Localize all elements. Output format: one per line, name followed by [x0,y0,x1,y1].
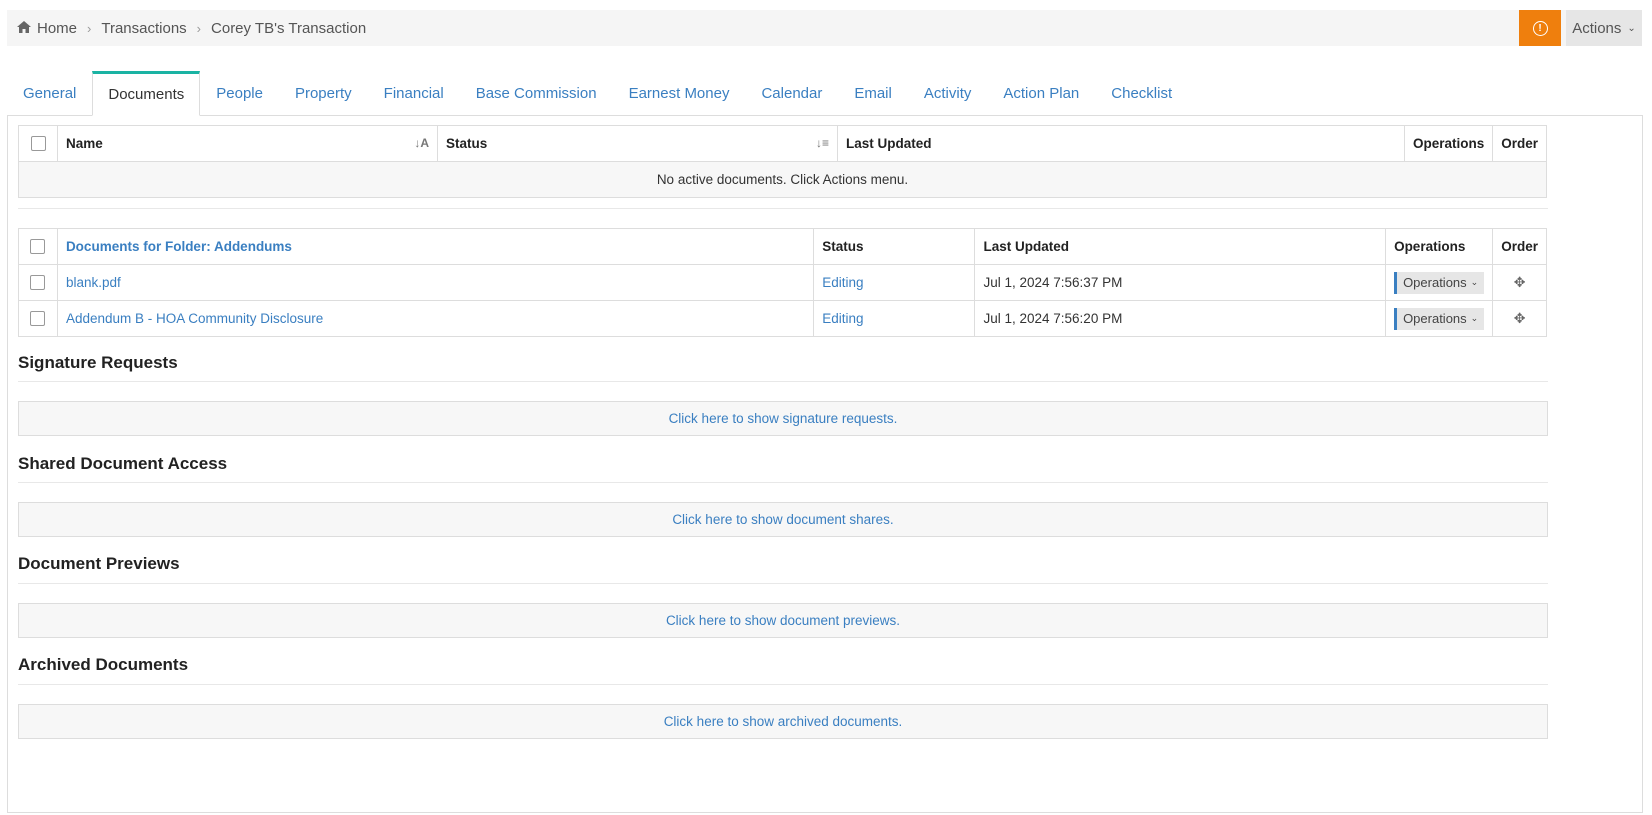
status-link[interactable]: Editing [822,275,863,290]
operations-dropdown-button[interactable]: Operations ⌄ [1394,271,1485,294]
name-column-header[interactable]: Name ↓A [57,125,438,162]
chevron-right-icon: › [87,20,92,36]
move-handle-icon[interactable]: ✥ [1514,274,1526,290]
breadcrumb: Home › Transactions › Corey TB's Transac… [17,10,366,46]
tab-earnest-money[interactable]: Earnest Money [613,71,746,115]
chevron-down-icon: ⌄ [1470,277,1479,287]
select-all-folder-checkbox[interactable] [30,239,46,255]
alert-icon: ! [1532,20,1548,36]
home-icon[interactable] [17,20,31,37]
show-document-previews-link[interactable]: Click here to show document previews. [18,603,1548,638]
show-signature-requests-link[interactable]: Click here to show signature requests. [18,401,1548,436]
document-previews-title: Document Previews [18,554,180,573]
tab-activity[interactable]: Activity [908,71,988,115]
divider [18,208,1548,209]
sort-desc-icon[interactable]: ↓≡ [816,136,829,150]
operations-column-header: Operations [1403,125,1494,162]
tab-financial[interactable]: Financial [368,71,460,115]
divider [18,482,1548,483]
divider [18,583,1548,584]
status-column-header[interactable]: Status ↓≡ [437,125,838,162]
status-column-header: Status [813,228,976,265]
row-checkbox[interactable] [30,275,46,291]
divider [18,684,1548,685]
operations-column-header: Operations [1385,228,1494,265]
tab-email[interactable]: Email [838,71,908,115]
row-checkbox[interactable] [30,311,46,327]
breadcrumb-current: Corey TB's Transaction [211,19,367,37]
tab-people[interactable]: People [200,71,279,115]
archived-documents-title: Archived Documents [18,655,189,674]
divider [18,381,1548,382]
tab-checklist[interactable]: Checklist [1095,71,1188,115]
move-handle-icon[interactable]: ✥ [1514,310,1526,326]
chevron-down-icon: ⌄ [1470,313,1479,323]
table-row: Addendum B - HOA Community Disclosure Ed… [18,300,1547,337]
operations-dropdown-button[interactable]: Operations ⌄ [1394,307,1485,330]
actions-label: Actions [1572,19,1622,37]
status-link[interactable]: Editing [822,311,863,326]
last-updated-cell: Jul 1, 2024 7:56:37 PM [974,264,1387,301]
show-document-shares-link[interactable]: Click here to show document shares. [18,502,1548,537]
order-column-header: Order [1492,125,1547,162]
table-row: blank.pdf Editing Jul 1, 2024 7:56:37 PM… [18,264,1547,301]
document-link[interactable]: Addendum B - HOA Community Disclosure [66,311,323,326]
folder-title-link[interactable]: Documents for Folder: Addendums [66,239,292,254]
folder-documents-table: Documents for Folder: Addendums Status L… [18,228,1547,337]
breadcrumb-home[interactable]: Home [37,20,77,37]
show-archived-documents-link[interactable]: Click here to show archived documents. [18,704,1548,739]
chevron-right-icon: › [196,20,202,36]
tab-general[interactable]: General [7,71,92,115]
document-link[interactable]: blank.pdf [66,275,121,290]
tab-documents[interactable]: Documents [92,71,201,116]
order-column-header: Order [1492,228,1547,265]
actions-menu-button[interactable]: Actions ⌄ [1566,10,1642,46]
empty-message: No active documents. Click Actions menu. [18,161,1547,198]
tab-property[interactable]: Property [279,71,368,115]
chevron-down-icon: ⌄ [1627,22,1636,34]
last-updated-column-header: Last Updated [974,228,1387,265]
shared-document-access-title: Shared Document Access [18,454,228,473]
active-documents-table: Name ↓A Status ↓≡ Last Updated Operation… [18,125,1547,198]
signature-requests-title: Signature Requests [18,353,178,372]
last-updated-column-header: Last Updated [837,125,1405,162]
select-all-checkbox[interactable] [30,136,46,152]
tab-bar: General Documents People Property Financ… [7,71,1642,116]
breadcrumb-transactions[interactable]: Transactions [101,20,186,37]
top-bar: Home › Transactions › Corey TB's Transac… [7,10,1642,46]
tab-calendar[interactable]: Calendar [745,71,838,115]
sort-alpha-icon[interactable]: ↓A [414,136,429,150]
last-updated-cell: Jul 1, 2024 7:56:20 PM [974,300,1387,337]
tab-action-plan[interactable]: Action Plan [987,71,1095,115]
tab-base-commission[interactable]: Base Commission [460,71,613,115]
alert-button[interactable]: ! [1519,10,1561,46]
